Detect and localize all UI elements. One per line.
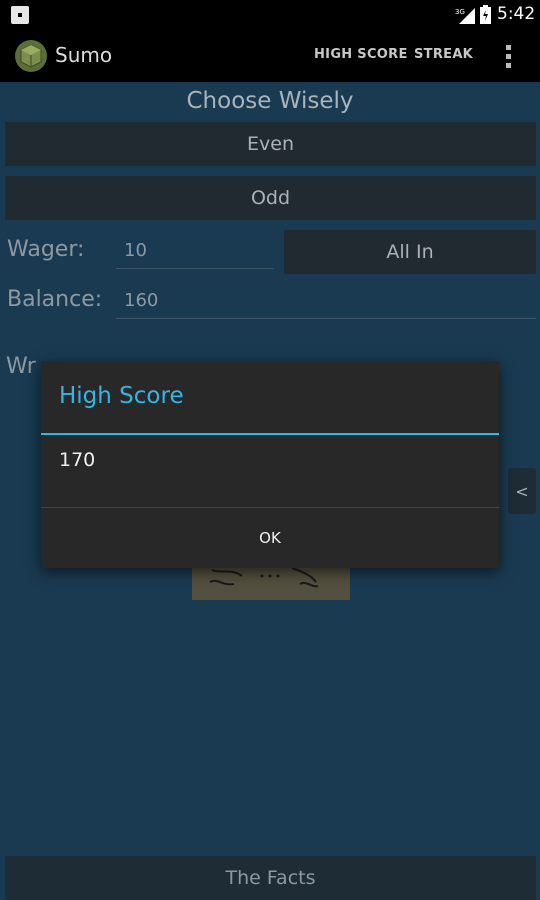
dialog-title: High Score [59, 383, 184, 409]
the-facts-button[interactable]: The Facts [5, 856, 536, 900]
action-bar: Sumo HIGH SCORE STREAK [0, 30, 540, 82]
app-title: Sumo [55, 43, 113, 67]
partial-label: Wr [6, 354, 36, 379]
dialog-title-divider [41, 433, 499, 435]
ok-button[interactable]: OK [41, 508, 499, 568]
high-score-action[interactable]: HIGH SCORE [314, 47, 408, 62]
status-clock: 5:42 [497, 4, 536, 24]
even-button[interactable]: Even [5, 122, 536, 166]
odd-button[interactable]: Odd [5, 176, 536, 220]
notification-icon [11, 6, 29, 24]
wager-input[interactable]: 10 [116, 233, 274, 269]
battery-icon [480, 5, 491, 24]
svg-text:3G: 3G [455, 8, 465, 16]
choose-heading: Choose Wisely [186, 88, 354, 114]
wager-label: Wager: [7, 237, 85, 262]
signal-icon: 3G [455, 8, 475, 24]
side-drawer-tab[interactable]: < [508, 468, 536, 514]
status-bar: 3G 5:42 [0, 0, 540, 30]
app-logo-icon [15, 40, 47, 72]
balance-label: Balance: [7, 287, 103, 312]
dialog-message: 170 [59, 449, 96, 471]
overflow-menu-icon[interactable] [502, 42, 514, 72]
streak-action[interactable]: STREAK [414, 47, 473, 62]
high-score-dialog: High Score 170 OK [41, 361, 499, 568]
all-in-button[interactable]: All In [284, 230, 536, 274]
balance-value: 160 [116, 283, 536, 319]
